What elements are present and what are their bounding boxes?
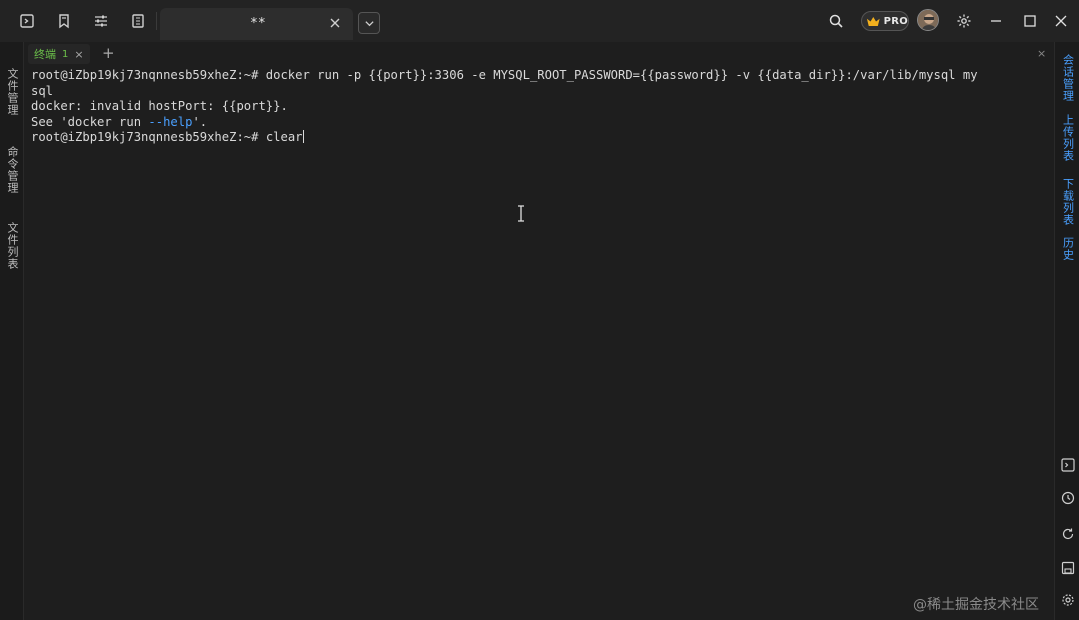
terminal-line: root@iZbp19kj73nqnnesb59xheZ:~# docker r… [31,68,978,82]
tab-dropdown-button[interactable] [358,12,380,34]
terminal-toggle-icon[interactable] [17,11,37,31]
session-tab-bar: 终端 1 × + [24,42,1054,66]
ibeam-cursor-icon [518,205,524,222]
settings-icon[interactable] [954,11,974,31]
see-suffix: '. [192,114,208,129]
crown-icon [866,16,880,26]
window-tab-title: ** [250,16,266,31]
bookmark-icon[interactable] [54,11,74,31]
panel-close-icon[interactable]: × [1037,47,1046,60]
settings-icon[interactable] [1060,592,1075,607]
session-tab-label: 终端 [34,48,56,61]
current-input[interactable]: clear [266,130,303,144]
help-flag: --help [148,114,193,129]
title-bar: ** PRO [0,0,1079,42]
history-icon[interactable] [1060,490,1075,505]
sidebar-item-history[interactable]: 历史 [1055,234,1079,264]
text-cursor [302,130,304,143]
terminal-line: See 'docker run --help'. [31,115,1047,131]
search-icon[interactable] [826,11,846,31]
session-tab-close-icon[interactable]: × [74,48,83,61]
sidebar-item-session-manager[interactable]: 会话管理 [1055,50,1079,106]
save-icon[interactable] [1060,560,1075,575]
refresh-icon[interactable] [1060,526,1075,541]
sliders-icon[interactable] [91,11,111,31]
left-sidebar: 文件管理 命令管理 文件列表 [0,42,24,620]
add-session-icon[interactable]: + [102,45,115,61]
sidebar-item-download-list[interactable]: 下载列表 [1055,174,1079,230]
document-icon[interactable] [128,11,148,31]
see-prefix: See 'docker run [31,114,149,129]
terminal-input-line[interactable]: root@iZbp19kj73nqnnesb59xheZ:~# clear [31,130,1047,146]
maximize-icon[interactable] [1020,11,1040,31]
terminal-line: sql [31,83,54,98]
terminal-line: docker: invalid hostPort: {{port}}. [31,99,288,113]
terminal-icon[interactable] [1060,457,1075,472]
pro-badge[interactable]: PRO [861,11,909,31]
shell-prompt: root@iZbp19kj73nqnnesb59xheZ:~# [31,130,266,144]
sidebar-item-file-manager[interactable]: 文件管理 [0,64,24,120]
sidebar-item-upload-list[interactable]: 上传列表 [1055,110,1079,166]
minimize-icon[interactable] [986,11,1006,31]
window-tab[interactable]: ** [160,8,353,40]
terminal-output[interactable]: root@iZbp19kj73nqnnesb59xheZ:~# docker r… [24,66,1054,620]
avatar[interactable] [917,9,939,31]
close-tab-icon[interactable] [328,16,342,30]
sidebar-item-file-list[interactable]: 文件列表 [0,218,24,274]
toolbar-divider [156,12,157,30]
pro-label: PRO [883,15,908,27]
session-tab[interactable]: 终端 1 × [28,44,90,64]
session-tab-number: 1 [62,48,69,60]
chevron-down-icon [364,20,374,26]
sidebar-item-command-manager[interactable]: 命令管理 [0,142,24,198]
close-window-icon[interactable] [1051,11,1071,31]
right-sidebar: 会话管理 上传列表 下载列表 历史 [1054,42,1079,620]
watermark: @稀土掘金技术社区 [913,597,1039,613]
